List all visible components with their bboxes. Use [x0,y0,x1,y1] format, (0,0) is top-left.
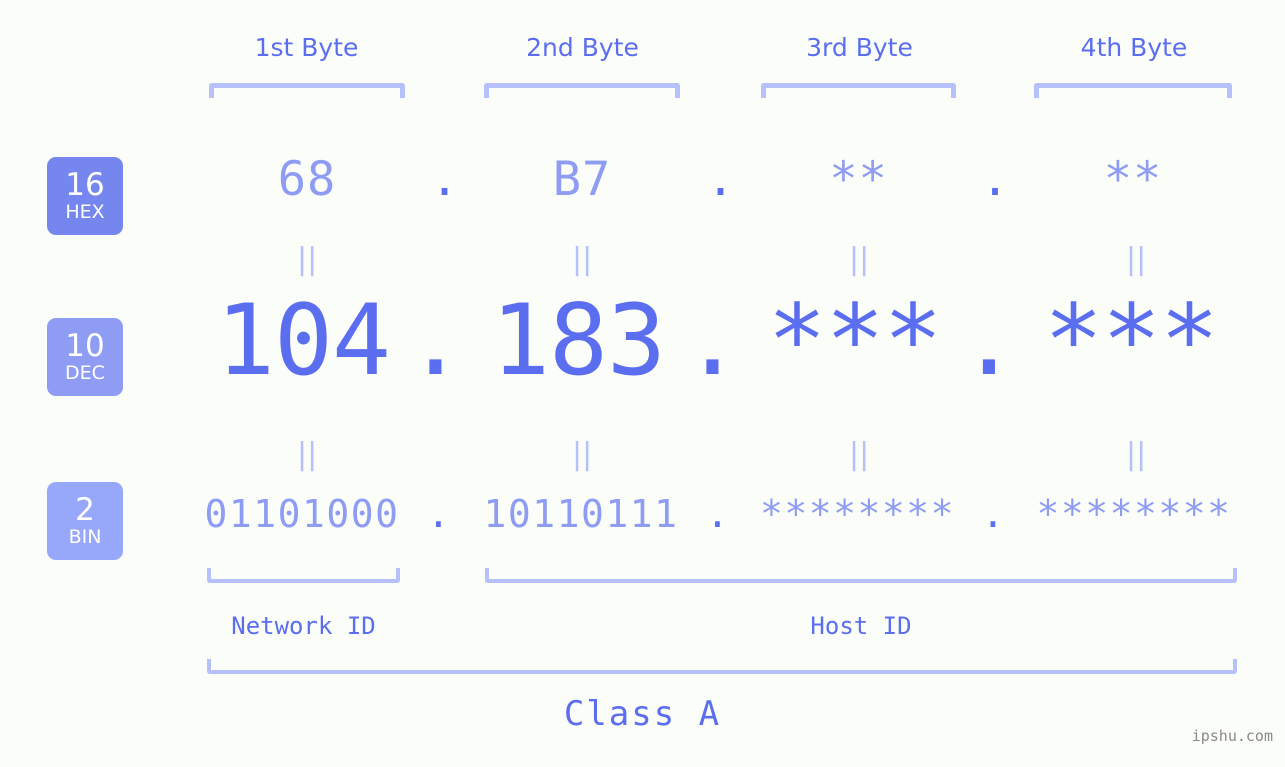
dec-byte-2: 183 [490,284,666,398]
hex-byte-1: 68 [277,152,337,207]
equality-mark-1-4: || [1126,242,1147,277]
byte-header-3: 3rd Byte [806,33,913,62]
bin-byte-4: ******** [1036,492,1232,536]
equality-mark-1-2: || [572,242,593,277]
bin-byte-2: 10110111 [483,492,679,536]
hex-separator-2: . [706,152,735,207]
base-badge-hex: 16 HEX [47,157,123,235]
host-id-label: Host ID [810,612,912,640]
site-watermark: ipshu.com [1191,727,1273,745]
byte-bracket-top-2 [484,83,680,98]
bin-separator-3: . [981,492,1005,536]
base-badge-dec-name: DEC [65,362,105,384]
base-badge-hex-name: HEX [65,201,105,223]
hex-byte-2: B7 [552,152,612,207]
bin-byte-1: 01101000 [204,492,400,536]
network-id-bracket [207,568,400,583]
equality-mark-2-2: || [572,437,593,472]
bin-separator-1: . [427,492,450,536]
host-id-bracket [485,568,1237,583]
class-label: Class A [563,694,722,734]
base-badge-dec: 10 DEC [47,318,123,396]
base-badge-bin: 2 BIN [47,482,123,560]
base-badge-bin-name: BIN [68,526,102,548]
base-badge-bin-number: 2 [75,492,95,528]
hex-byte-3: ** [829,152,888,207]
byte-header-4: 4th Byte [1080,33,1188,62]
byte-bracket-top-4 [1034,83,1232,98]
ip-breakdown-diagram: 1st Byte 2nd Byte 3rd Byte 4th Byte 16 H… [0,0,1285,767]
byte-bracket-top-3 [761,83,956,98]
base-badge-dec-number: 10 [65,328,105,364]
hex-separator-3: . [980,152,1010,207]
dec-separator-1: . [405,284,465,398]
hex-separator-1: . [430,152,459,207]
byte-header-2: 2nd Byte [526,33,639,62]
dec-byte-4: *** [1043,284,1219,398]
equality-mark-2-1: || [297,437,318,472]
dec-byte-3: *** [767,284,942,398]
equality-mark-1-1: || [297,242,318,277]
dec-separator-3: . [959,284,1019,398]
bin-separator-2: . [706,492,729,536]
network-id-label: Network ID [231,612,376,640]
equality-mark-1-3: || [849,242,870,277]
byte-header-1: 1st Byte [254,33,359,62]
equality-mark-2-4: || [1126,437,1147,472]
dec-separator-2: . [682,284,742,398]
base-badge-hex-number: 16 [65,167,105,203]
class-bracket [207,659,1237,674]
bin-byte-3: ******** [760,492,956,536]
dec-byte-1: 104 [215,284,391,398]
byte-bracket-top-1 [209,83,405,98]
hex-byte-4: ** [1103,152,1163,207]
equality-mark-2-3: || [849,437,870,472]
